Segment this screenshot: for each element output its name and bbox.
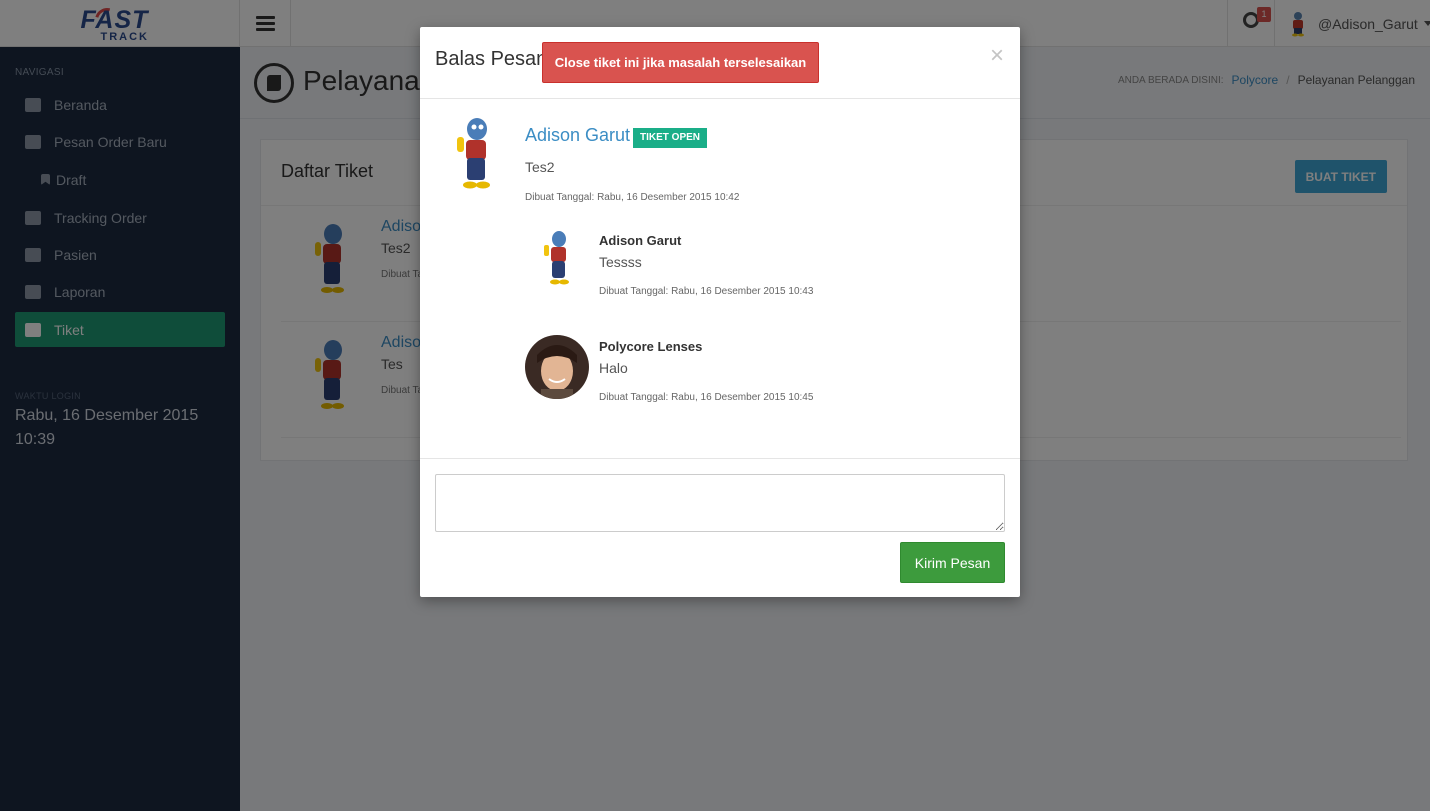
mascot-avatar xyxy=(544,231,569,285)
reply-textarea[interactable] xyxy=(435,474,1005,532)
modal-title: Balas Pesan xyxy=(435,48,548,70)
mascot-avatar xyxy=(457,118,490,189)
reply-item: Polycore Lenses Halo Dibuat Tanggal: Rab… xyxy=(525,335,985,415)
reply-message: Halo xyxy=(599,360,628,376)
reply-date: Dibuat Tanggal: Rabu, 16 Desember 2015 1… xyxy=(599,392,814,403)
close-icon[interactable]: × xyxy=(990,44,1004,68)
send-message-button[interactable]: Kirim Pesan xyxy=(900,542,1005,583)
close-ticket-button[interactable]: Close tiket ini jika masalah terselesaik… xyxy=(542,42,819,83)
reply-author: Polycore Lenses xyxy=(599,339,703,354)
ticket-date: Dibuat Tanggal: Rabu, 16 Desember 2015 1… xyxy=(525,192,740,203)
modal-footer: Kirim Pesan xyxy=(420,458,1020,597)
reply-date: Dibuat Tanggal: Rabu, 16 Desember 2015 1… xyxy=(599,286,814,297)
reply-author: Adison Garut xyxy=(599,233,682,248)
status-badge: TIKET OPEN xyxy=(633,128,708,148)
reply-modal: Balas Pesan Close tiket ini jika masalah… xyxy=(420,27,1020,597)
modal-body: Adison Garut TIKET OPEN Tes2 Dibuat Tang… xyxy=(420,99,1020,458)
reply-item: Adison Garut Tessss Dibuat Tanggal: Rabu… xyxy=(525,229,985,309)
user-photo-avatar xyxy=(525,335,589,399)
ticket-message: Tes2 xyxy=(525,159,555,175)
modal-header: Balas Pesan Close tiket ini jika masalah… xyxy=(420,27,1020,99)
reply-message: Tessss xyxy=(599,254,642,270)
ticket-author-name[interactable]: Adison Garut xyxy=(525,125,630,146)
